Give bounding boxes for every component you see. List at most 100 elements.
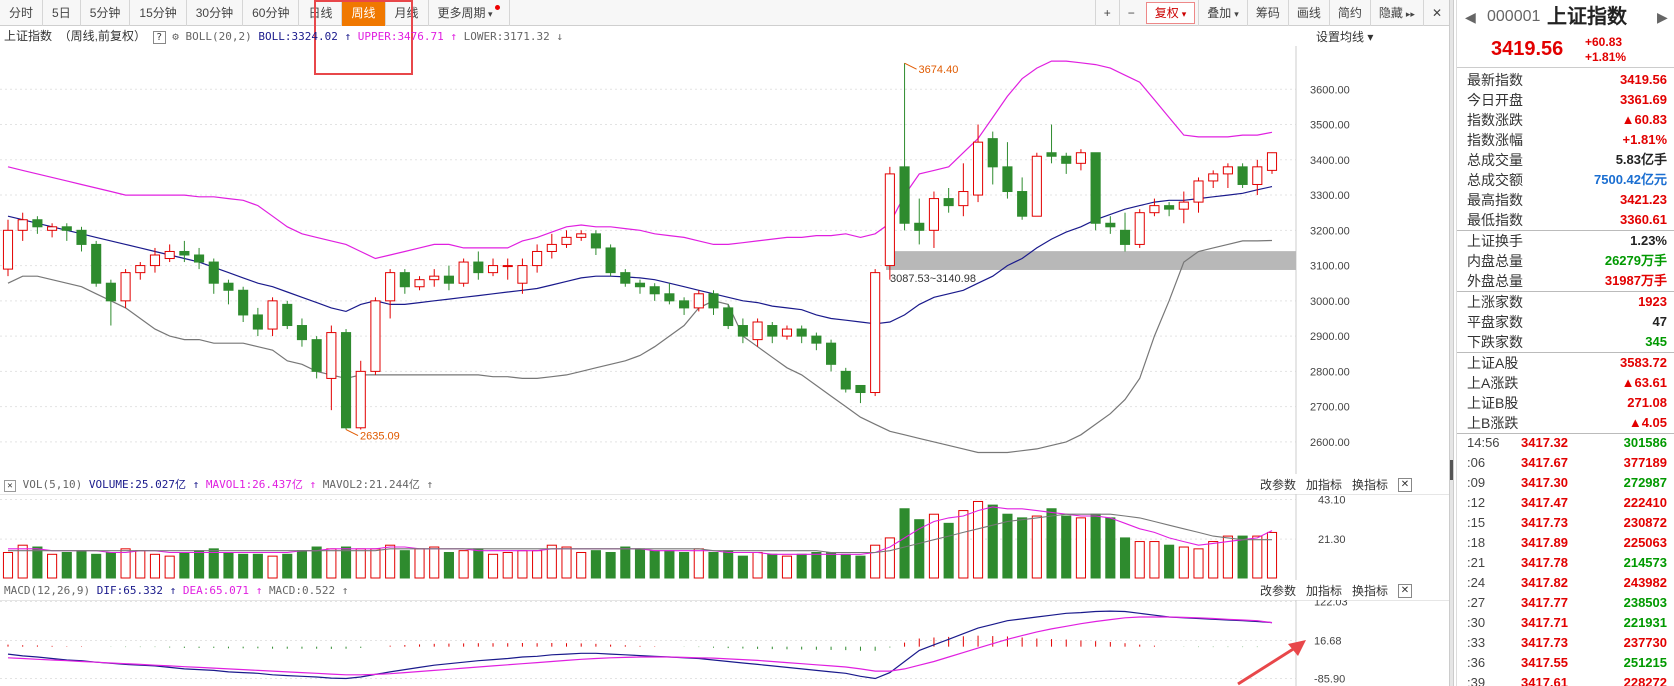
candle <box>487 258 499 277</box>
candle-body <box>1222 166 1233 175</box>
candle <box>1075 149 1086 171</box>
volume-bar <box>443 551 454 579</box>
candle <box>355 360 366 430</box>
volume-bar <box>1237 535 1248 579</box>
candle <box>826 339 837 372</box>
stock-code: 000001 <box>1487 8 1541 25</box>
simple-button[interactable]: 简约 <box>1328 0 1370 26</box>
volume-bar <box>296 550 308 579</box>
close-icon[interactable]: ✕ <box>1422 0 1450 26</box>
candle-body <box>473 261 484 274</box>
splitter-grip[interactable] <box>1450 460 1453 480</box>
volume-chart[interactable]: 43.10 21.30 <box>0 494 1450 580</box>
set-ma-button[interactable]: 设置均线 ▾ <box>1316 28 1373 45</box>
arrow-up-icon: ↑ <box>192 478 200 491</box>
tick-volume: 214573 <box>1623 555 1667 570</box>
panel-splitter[interactable] <box>1449 0 1454 686</box>
period-tab-2[interactable]: 5分钟 <box>81 0 131 26</box>
period-tab-6[interactable]: 日线 <box>299 0 343 26</box>
volume-bar <box>2 551 14 579</box>
zoom-out-button[interactable]: − <box>1118 0 1143 26</box>
add-indicator-button[interactable]: 加指标 <box>1306 582 1342 600</box>
arrow-up-icon: ↑ <box>341 584 349 597</box>
overlay-button[interactable]: 叠加 ▾ <box>1198 0 1247 26</box>
volume-bar <box>208 548 219 579</box>
volume-bar <box>340 546 352 579</box>
period-tab-9[interactable]: 更多周期 ▾ <box>429 0 510 26</box>
candle-body <box>1046 152 1057 157</box>
period-tab-3[interactable]: 15分钟 <box>130 0 187 26</box>
y-tick-label: 2600.00 <box>1310 437 1350 449</box>
period-tab-5[interactable]: 60分钟 <box>243 0 300 26</box>
next-stock-icon[interactable]: ▶ <box>1657 0 1668 34</box>
candle <box>399 269 410 294</box>
vol-indicator-name[interactable]: VOL(5,10) <box>23 478 83 491</box>
tick-time: :06 <box>1467 455 1486 470</box>
fuquan-button[interactable]: 复权 ▾ <box>1145 2 1196 24</box>
close-icon[interactable]: ✕ <box>1398 584 1412 598</box>
candle-body <box>826 342 837 365</box>
candle <box>385 269 396 319</box>
stat-value: 3583.72 <box>1620 355 1667 370</box>
arrow-down-icon: ↓ <box>556 30 564 43</box>
stat-value: 1.23% <box>1630 233 1667 248</box>
candle-body <box>47 226 58 231</box>
candle-body <box>767 325 778 337</box>
change-percent: +1.81% <box>1585 50 1627 64</box>
period-tab-1[interactable]: 5日 <box>43 0 81 26</box>
prev-stock-icon[interactable]: ◀ <box>1465 0 1476 34</box>
tick-list[interactable]: 14:56 3417.32 301586:06 3417.67 377189:09 341… <box>1457 433 1674 686</box>
period-tab-8[interactable]: 月线 <box>386 0 429 26</box>
period-tab-7[interactable]: 周线 <box>342 0 386 26</box>
gear-icon[interactable]: ⚙ <box>172 30 179 43</box>
macd-indicator-name[interactable]: MACD(12,26,9) <box>4 584 90 597</box>
hide-button[interactable]: 隐藏 ▸▸ <box>1369 0 1423 26</box>
arrow-up-icon: ↑ <box>426 478 434 491</box>
candle <box>943 188 954 213</box>
stat-value: 47 <box>1652 314 1667 329</box>
volume-bar <box>120 548 131 579</box>
volume-bar <box>135 550 146 579</box>
candle <box>737 318 748 344</box>
mavol2-value: MAVOL2:21.244亿 <box>322 478 420 491</box>
macd-chart[interactable]: 122.03 16.68 -85.90 <box>0 600 1450 686</box>
edit-params-button[interactable]: 改参数 <box>1260 582 1296 600</box>
candle-body <box>605 247 616 274</box>
stat-row: 外盘总量 31987万手 <box>1457 271 1674 291</box>
candle-body <box>532 250 543 267</box>
draw-line-button[interactable]: 画线 <box>1287 0 1329 26</box>
close-x-icon[interactable]: ✕ <box>4 480 16 492</box>
candle <box>2 219 14 277</box>
main-legend: 上证指数 （周线,前复权） ? ⚙ BOLL(20,2) BOLL:3324.0… <box>4 27 563 45</box>
switch-indicator-button[interactable]: 换指标 <box>1352 476 1388 494</box>
help-icon[interactable]: ? <box>152 31 166 44</box>
candle <box>723 304 734 330</box>
stat-value: +1.81% <box>1622 132 1667 147</box>
zoom-in-button[interactable]: + <box>1094 0 1119 26</box>
stat-row: 上A涨跌 ▲63.61 <box>1457 373 1674 393</box>
candlestick-chart[interactable]: 3600.00 3500.00 3400.00 3300.00 3200.00 3100.… <box>0 46 1450 474</box>
chips-button[interactable]: 筹码 <box>1246 0 1288 26</box>
stat-row: 平盘家数 47 <box>1457 312 1674 332</box>
dropdown-arrow-icon: ▾ <box>1234 9 1239 19</box>
add-indicator-button[interactable]: 加指标 <box>1306 476 1342 494</box>
close-icon[interactable]: ✕ <box>1398 478 1412 492</box>
candle <box>252 307 263 337</box>
low-label: 2635.09 <box>360 431 400 443</box>
candle <box>267 297 278 337</box>
volume-bar <box>1002 513 1013 579</box>
candle <box>1252 159 1263 196</box>
stat-value: 31987万手 <box>1604 273 1667 288</box>
tick-price: 3417.30 <box>1521 475 1568 490</box>
candle <box>429 269 440 287</box>
period-toolbar: 分时 5日 5分钟 15分钟 30分钟 60分钟 日线 周线 月线 更多周期 ▾ + − 复权 ▾ 叠加 ▾… <box>0 0 1450 26</box>
period-tab-0[interactable]: 分时 <box>0 0 44 26</box>
boll-indicator-name[interactable]: BOLL(20,2) <box>185 30 251 43</box>
switch-indicator-button[interactable]: 换指标 <box>1352 582 1388 600</box>
stat-value: 26279万手 <box>1604 253 1667 268</box>
candle-body <box>429 275 440 281</box>
period-tab-4[interactable]: 30分钟 <box>187 0 244 26</box>
y-tick-label: 43.10 <box>1318 494 1346 506</box>
candle-body <box>708 293 719 309</box>
edit-params-button[interactable]: 改参数 <box>1260 476 1296 494</box>
